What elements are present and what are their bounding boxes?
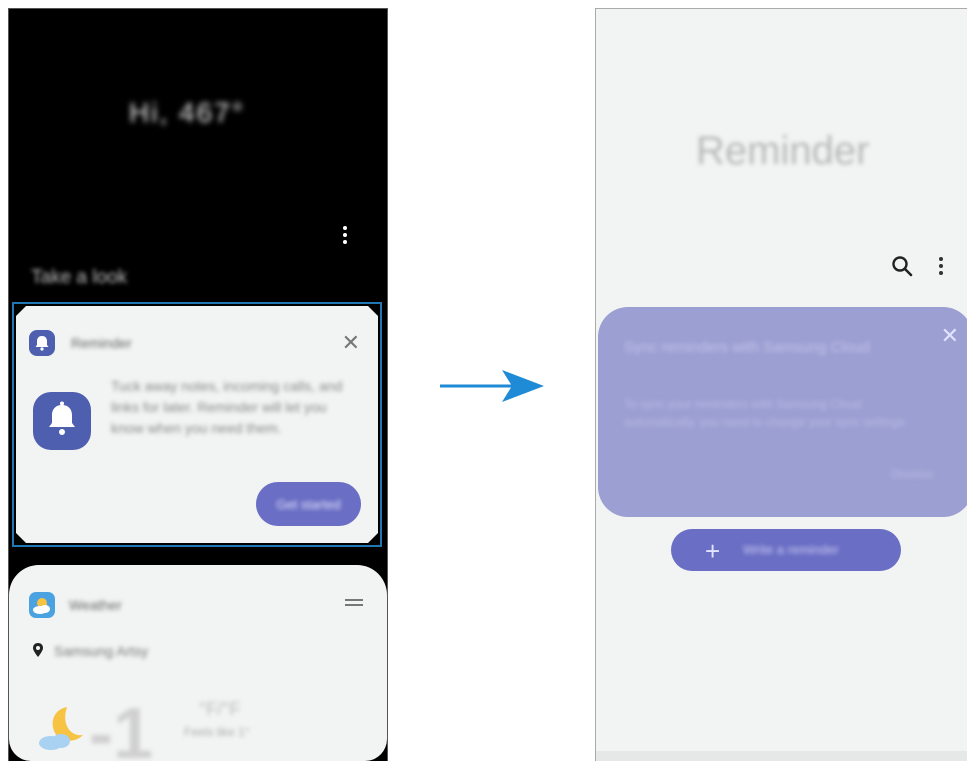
weather-degree-unit: °F/°F <box>199 699 241 719</box>
reminder-description: Tuck away notes, incoming calls, and lin… <box>111 378 343 436</box>
write-reminder-button[interactable]: + Write a reminder <box>671 529 901 571</box>
plus-icon: + <box>705 536 721 566</box>
weather-card[interactable]: Weather Samsung Artsy -1 °F/°F Feels lik… <box>9 565 387 761</box>
reminder-bell-icon <box>33 392 91 450</box>
search-icon[interactable] <box>891 255 913 282</box>
page-title: Reminder <box>696 129 870 173</box>
reminder-card-highlight: Reminder ✕ Tuck away notes, incoming cal… <box>12 302 382 547</box>
dismiss-button[interactable]: Dismiss <box>891 467 933 481</box>
weather-temperature: -1 <box>89 694 154 761</box>
write-reminder-label: Write a reminder <box>743 542 839 557</box>
close-icon[interactable]: ✕ <box>941 323 959 349</box>
weather-location: Samsung Artsy <box>54 643 149 659</box>
greeting-text: Hi, 467° <box>129 97 245 128</box>
reminder-app-name: Reminder <box>71 335 132 351</box>
reminder-card[interactable]: Reminder ✕ Tuck away notes, incoming cal… <box>16 306 378 543</box>
moon-cloud-icon <box>33 703 93 758</box>
close-icon[interactable]: ✕ <box>342 330 360 356</box>
take-a-look-label: Take a look <box>31 267 128 288</box>
weather-app-name: Weather <box>69 597 122 613</box>
get-started-button[interactable]: Get started <box>256 482 361 526</box>
more-options-icon[interactable] <box>339 224 351 246</box>
left-phone-screen: Hi, 467° Take a look Reminder ✕ Tuck awa… <box>8 8 388 761</box>
minimize-icon[interactable] <box>345 599 363 606</box>
more-options-icon[interactable] <box>936 255 946 277</box>
weather-feels-like: Feels like 1° <box>184 725 250 739</box>
sync-card-title: Sync reminders with Samsung Cloud <box>624 339 870 356</box>
weather-app-icon <box>29 592 55 618</box>
reminder-app-icon <box>29 330 55 356</box>
sync-reminders-card: ✕ Sync reminders with Samsung Cloud To s… <box>598 307 967 517</box>
get-started-label: Get started <box>276 496 341 512</box>
sync-card-body: To sync your reminders with Samsung Clou… <box>624 397 908 429</box>
location-pin-icon <box>33 643 43 662</box>
transition-arrow-icon <box>438 366 546 406</box>
right-phone-screen: Reminder ✕ Sync reminders with Samsung C… <box>595 8 967 761</box>
